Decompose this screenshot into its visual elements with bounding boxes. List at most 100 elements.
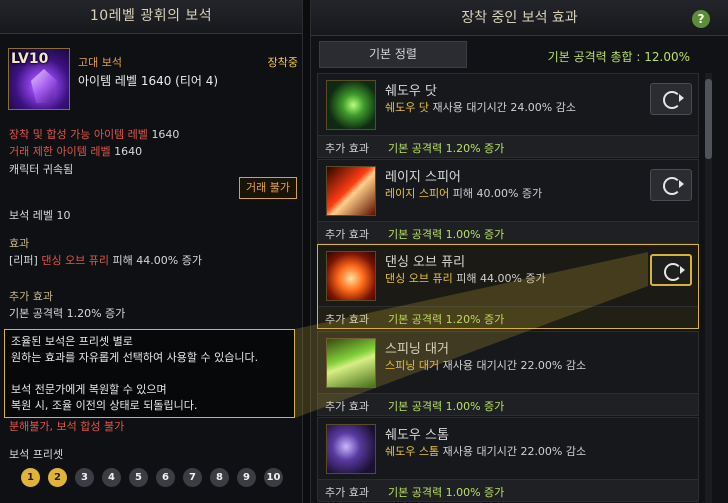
skill-highlight: 쉐도우 스톰 bbox=[385, 445, 440, 458]
preset-button-4[interactable]: 4 bbox=[102, 468, 121, 487]
effect-list-scrollbar[interactable] bbox=[705, 73, 712, 503]
extra-effect-text: 기본 공격력 1.20% 증가 bbox=[9, 307, 126, 320]
equip-requirement-label: 장착 및 합성 가능 아이템 레벨 bbox=[9, 128, 148, 141]
bonus-bar: 추가 효과 기본 공격력 1.20% 증가 bbox=[318, 306, 698, 328]
skill-desc-text: 피해 44.00% 증가 bbox=[456, 272, 546, 285]
dancing-of-fury-icon bbox=[326, 251, 376, 301]
effect-section-title: 효과 bbox=[9, 237, 30, 250]
gem-level-badge: LV10 bbox=[11, 51, 49, 67]
skill-desc: 레이지 스피어 피해 40.00% 증가 bbox=[385, 185, 542, 201]
bonus-label: 추가 효과 bbox=[325, 228, 369, 241]
desc-line: 조율된 보석은 프리셋 별로 bbox=[11, 335, 133, 348]
equip-requirement: 장착 및 합성 가능 아이템 레벨 1640 bbox=[9, 126, 179, 142]
bonus-value: 기본 공격력 1.20% 증가 bbox=[388, 142, 505, 155]
refresh-icon bbox=[663, 177, 684, 195]
skill-desc: 스피닝 대거 재사용 대기시간 22.00% 감소 bbox=[385, 357, 586, 373]
bonus-value: 기본 공격력 1.00% 증가 bbox=[388, 400, 505, 413]
preset-button-7[interactable]: 7 bbox=[183, 468, 202, 487]
bonus-value: 기본 공격력 1.00% 증가 bbox=[388, 228, 505, 241]
skill-desc: 쉐도우 닷 재사용 대기시간 24.00% 감소 bbox=[385, 99, 576, 115]
effect-card-shadow-storm[interactable]: 쉐도우 스톰 쉐도우 스톰 재사용 대기시간 22.00% 감소 추가 효과 기… bbox=[317, 417, 699, 502]
preset-button-9[interactable]: 9 bbox=[237, 468, 256, 487]
effect-card-rage-spear[interactable]: 레이지 스피어 레이지 스피어 피해 40.00% 증가 추가 효과 기본 공격… bbox=[317, 159, 699, 244]
gem-level-line: 보석 레벨 10 bbox=[9, 209, 71, 222]
trade-unavailable-button[interactable]: 거래 불가 bbox=[239, 177, 297, 199]
help-icon[interactable]: ? bbox=[692, 10, 710, 28]
shadow-storm-icon bbox=[326, 424, 376, 474]
effect-card-dancing-of-fury[interactable]: 댄싱 오브 퓨리 댄싱 오브 퓨리 피해 44.00% 증가 추가 효과 기본 … bbox=[317, 244, 699, 329]
rage-spear-icon bbox=[326, 166, 376, 216]
trade-restriction-label: 거래 제한 아이템 레벨 bbox=[9, 145, 111, 158]
sort-tab-default[interactable]: 기본 정렬 bbox=[319, 41, 467, 68]
swap-effect-button[interactable] bbox=[650, 169, 692, 201]
total-attack-bonus: 기본 공격력 총합 : 12.00% bbox=[547, 50, 690, 64]
preset-button-1[interactable]: 1 bbox=[21, 468, 40, 487]
desc-line: 보석 전문가에게 복원할 수 있으며 bbox=[11, 383, 167, 396]
desc-line: 원하는 효과를 자유롭게 선택하여 사용할 수 있습니다. bbox=[11, 351, 259, 364]
restriction-text: 분해불가, 보석 합성 불가 bbox=[9, 420, 125, 433]
refresh-icon bbox=[663, 91, 684, 109]
shadow-dot-icon bbox=[326, 80, 376, 130]
swap-effect-button[interactable] bbox=[650, 83, 692, 115]
item-header: LV10 고대 보석 장착중 아이템 레벨 1640 (티어 4) bbox=[8, 48, 298, 112]
skill-name: 레이지 스피어 bbox=[385, 170, 461, 185]
preset-button-6[interactable]: 6 bbox=[156, 468, 175, 487]
preset-button-10[interactable]: 10 bbox=[264, 468, 283, 487]
scrollbar-thumb[interactable] bbox=[705, 79, 712, 159]
tuned-gem-description: 조율된 보석은 프리셋 별로 원하는 효과를 자유롭게 선택하여 사용할 수 있… bbox=[4, 329, 295, 418]
effect-card-spinning-dagger[interactable]: 스피닝 대거 스피닝 대거 재사용 대기시간 22.00% 감소 추가 효과 기… bbox=[317, 331, 699, 416]
skill-desc-text: 재사용 대기시간 24.00% 감소 bbox=[432, 101, 576, 114]
bonus-bar: 추가 효과 기본 공격력 1.00% 증가 bbox=[318, 479, 698, 501]
refresh-icon bbox=[664, 263, 685, 281]
skill-highlight: 쉐도우 닷 bbox=[385, 101, 429, 114]
skill-name: 스피닝 대거 bbox=[385, 342, 449, 357]
preset-button-2[interactable]: 2 bbox=[48, 468, 67, 487]
preset-selector: 1 2 3 4 5 6 7 8 9 10 bbox=[21, 468, 285, 487]
skill-desc-text: 재사용 대기시간 22.00% 감소 bbox=[442, 445, 587, 458]
bonus-label: 추가 효과 bbox=[325, 486, 369, 499]
bound-status: 캐릭터 귀속됨 bbox=[9, 163, 74, 176]
preset-button-3[interactable]: 3 bbox=[75, 468, 94, 487]
trade-restriction-value: 1640 bbox=[114, 145, 143, 158]
desc-line: 복원 시, 조율 이전의 상태로 되돌립니다. bbox=[11, 399, 198, 412]
bonus-label: 추가 효과 bbox=[325, 313, 369, 326]
skill-highlight: 댄싱 오브 퓨리 bbox=[385, 272, 453, 285]
skill-name: 쉐도우 스톰 bbox=[385, 428, 449, 443]
preset-title: 보석 프리셋 bbox=[9, 448, 64, 461]
effect-text: 피해 44.00% 증가 bbox=[112, 254, 202, 267]
bonus-value: 기본 공격력 1.00% 증가 bbox=[388, 486, 505, 499]
preset-button-8[interactable]: 8 bbox=[210, 468, 229, 487]
equip-status: 장착중 bbox=[267, 56, 298, 69]
bonus-bar: 추가 효과 기본 공격력 1.00% 증가 bbox=[318, 221, 698, 243]
item-grade: 고대 보석 bbox=[78, 56, 122, 69]
skill-name: 쉐도우 닷 bbox=[385, 84, 437, 99]
skill-desc: 댄싱 오브 퓨리 피해 44.00% 증가 bbox=[385, 270, 546, 286]
equipped-gem-effects-panel: 장착 중인 보석 효과 ? 기본 정렬 기본 공격력 총합 : 12.00% 쉐… bbox=[310, 0, 728, 503]
bonus-label: 추가 효과 bbox=[325, 142, 369, 155]
skill-name: 댄싱 오브 퓨리 bbox=[385, 255, 466, 270]
equip-requirement-value: 1640 bbox=[151, 128, 180, 141]
gem-crystal-icon bbox=[31, 69, 57, 103]
skill-desc-text: 재사용 대기시간 22.00% 감소 bbox=[442, 359, 587, 372]
bonus-value: 기본 공격력 1.20% 증가 bbox=[388, 313, 505, 326]
skill-desc: 쉐도우 스톰 재사용 대기시간 22.00% 감소 bbox=[385, 443, 586, 459]
spinning-dagger-icon bbox=[326, 338, 376, 388]
tooltip-title: 10레벨 광휘의 보석 bbox=[0, 0, 302, 34]
effect-class: [리퍼] bbox=[9, 254, 38, 267]
effect-list: 쉐도우 닷 쉐도우 닷 재사용 대기시간 24.00% 감소 추가 효과 기본 … bbox=[317, 73, 699, 503]
effect-skill-name: 댄싱 오브 퓨리 bbox=[41, 254, 110, 267]
gem-icon: LV10 bbox=[8, 48, 70, 110]
effect-card-shadow-dot[interactable]: 쉐도우 닷 쉐도우 닷 재사용 대기시간 24.00% 감소 추가 효과 기본 … bbox=[317, 73, 699, 158]
skill-highlight: 레이지 스피어 bbox=[385, 187, 450, 200]
trade-restriction: 거래 제한 아이템 레벨 1640 bbox=[9, 143, 142, 159]
swap-effect-button[interactable] bbox=[650, 254, 692, 286]
item-level: 아이템 레벨 1640 (티어 4) bbox=[78, 74, 219, 88]
gem-tooltip-panel: 10레벨 광휘의 보석 LV10 고대 보석 장착중 아이템 레벨 1640 (… bbox=[0, 0, 303, 503]
effects-panel-title: 장착 중인 보석 효과 bbox=[311, 0, 728, 36]
desc-gap bbox=[11, 366, 288, 382]
bonus-bar: 추가 효과 기본 공격력 1.00% 증가 bbox=[318, 393, 698, 415]
extra-effect-title: 추가 효과 bbox=[9, 290, 53, 303]
bonus-bar: 추가 효과 기본 공격력 1.20% 증가 bbox=[318, 135, 698, 157]
preset-button-5[interactable]: 5 bbox=[129, 468, 148, 487]
effect-line: [리퍼] 댄싱 오브 퓨리 피해 44.00% 증가 bbox=[9, 252, 202, 268]
